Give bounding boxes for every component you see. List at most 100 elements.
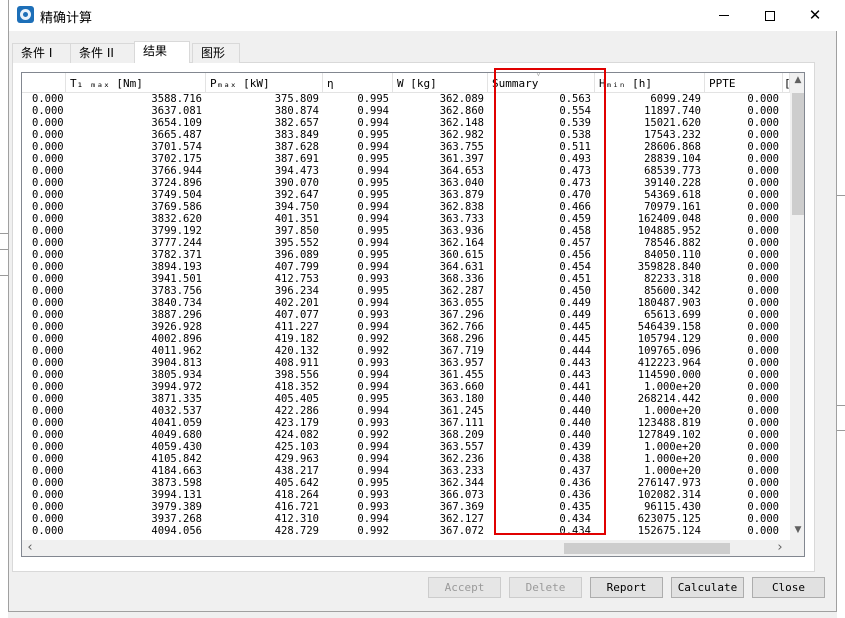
min-life-cell: 152675.124 bbox=[637, 525, 701, 537]
table-row[interactable]: 0.000 3871.335 405.405 0.995 363.180 0.440 268… bbox=[22, 393, 790, 405]
index-cell: 0.000 bbox=[32, 525, 64, 537]
table-row[interactable]: 0.000 4032.537 422.286 0.994 361.245 0.440 1.0… bbox=[22, 405, 790, 417]
summary-cell: 0.450 bbox=[559, 285, 591, 297]
minimize-button[interactable] bbox=[701, 0, 747, 31]
table-row[interactable]: 0.000 3777.244 395.552 0.994 362.164 0.457 785… bbox=[22, 237, 790, 249]
results-table[interactable]: T₁ ₘₐₓ [Nm] Pₘₐₓ [kW] η W [kg] Summary ▽… bbox=[21, 72, 805, 557]
table-row[interactable]: 0.000 3873.598 405.642 0.995 362.344 0.436 276… bbox=[22, 477, 790, 489]
title-bar[interactable]: 精确计算 ✕ bbox=[9, 0, 838, 31]
weight-cell: 368.296 bbox=[439, 333, 484, 345]
weight-cell: 362.344 bbox=[439, 477, 484, 489]
torque-cell: 3783.756 bbox=[151, 285, 202, 297]
table-row[interactable]: 0.000 3769.586 394.750 0.994 362.838 0.466 709… bbox=[22, 201, 790, 213]
index-cell: 0.000 bbox=[32, 129, 64, 141]
table-row[interactable]: 0.000 3701.574 387.628 0.994 363.755 0.511 286… bbox=[22, 141, 790, 153]
table-row[interactable]: 0.000 3994.131 418.264 0.993 366.073 0.436 102… bbox=[22, 489, 790, 501]
column-header-power[interactable]: Pₘₐₓ [kW] bbox=[206, 73, 323, 93]
table-row[interactable]: 0.000 3840.734 402.201 0.994 363.055 0.449 180… bbox=[22, 297, 790, 309]
table-row[interactable]: 0.000 3904.813 408.911 0.993 363.957 0.443 412… bbox=[22, 357, 790, 369]
table-row[interactable]: 0.000 4041.059 423.179 0.993 367.111 0.440 123… bbox=[22, 417, 790, 429]
table-row[interactable]: 0.000 4094.056 428.729 0.992 367.072 0.434 152… bbox=[22, 525, 790, 537]
table-row[interactable]: 0.000 4002.896 419.182 0.992 368.296 0.445 105… bbox=[22, 333, 790, 345]
weight-cell: 363.957 bbox=[439, 357, 484, 369]
table-row[interactable]: 0.000 3937.268 412.310 0.994 362.127 0.434 623… bbox=[22, 513, 790, 525]
report-button[interactable]: Report bbox=[590, 577, 663, 598]
torque-cell: 3769.586 bbox=[151, 201, 202, 213]
table-row[interactable]: 0.000 3665.487 383.849 0.995 362.982 0.538 175… bbox=[22, 129, 790, 141]
table-row[interactable]: 0.000 3994.972 418.352 0.994 363.660 0.441 1.0… bbox=[22, 381, 790, 393]
min-life-cell: 82233.318 bbox=[644, 273, 701, 285]
min-life-cell: 162409.048 bbox=[637, 213, 701, 225]
scroll-down-icon[interactable]: ▼ bbox=[790, 525, 804, 535]
column-header-next[interactable]: [ bbox=[783, 73, 790, 93]
maximize-icon bbox=[765, 10, 775, 21]
power-cell: 418.264 bbox=[274, 489, 319, 501]
table-row[interactable]: 0.000 3832.620 401.351 0.994 363.733 0.459 162… bbox=[22, 213, 790, 225]
table-row[interactable]: 0.000 3926.928 411.227 0.994 362.766 0.445 546… bbox=[22, 321, 790, 333]
calculate-button[interactable]: Calculate bbox=[671, 577, 744, 598]
minimize-icon bbox=[719, 15, 729, 16]
torque-cell: 4105.842 bbox=[151, 453, 202, 465]
scroll-up-icon[interactable]: ▲ bbox=[790, 75, 804, 85]
horizontal-scrollbar[interactable]: ‹ › bbox=[22, 540, 804, 556]
table-row[interactable]: 0.000 3749.504 392.647 0.995 363.879 0.470 543… bbox=[22, 189, 790, 201]
table-row[interactable]: 0.000 3941.501 412.753 0.993 368.336 0.451 822… bbox=[22, 273, 790, 285]
scroll-right-icon[interactable]: › bbox=[772, 540, 788, 556]
column-header-efficiency[interactable]: η bbox=[323, 73, 393, 93]
summary-cell: 0.563 bbox=[559, 93, 591, 105]
column-header-weight[interactable]: W [kg] bbox=[393, 73, 488, 93]
tab-conditions-1[interactable]: 条件 I bbox=[12, 43, 72, 63]
index-cell: 0.000 bbox=[32, 441, 64, 453]
maximize-button[interactable] bbox=[747, 0, 793, 31]
vertical-scrollbar[interactable]: ▲ ▼ bbox=[790, 73, 804, 540]
min-life-cell: 1.000e+20 bbox=[644, 441, 701, 453]
table-row[interactable]: 0.000 3894.193 407.799 0.994 364.631 0.454 359… bbox=[22, 261, 790, 273]
delete-button[interactable]: Delete bbox=[509, 577, 582, 598]
scroll-left-icon[interactable]: ‹ bbox=[22, 540, 38, 556]
table-row[interactable]: 0.000 3799.192 397.850 0.995 363.936 0.458 104… bbox=[22, 225, 790, 237]
table-row[interactable]: 0.000 4049.680 424.082 0.992 368.209 0.440 127… bbox=[22, 429, 790, 441]
torque-cell: 3749.504 bbox=[151, 189, 202, 201]
torque-cell: 4059.430 bbox=[151, 441, 202, 453]
efficiency-cell: 0.994 bbox=[357, 105, 389, 117]
table-row[interactable]: 0.000 4184.663 438.217 0.994 363.233 0.437 1.0… bbox=[22, 465, 790, 477]
column-header-summary[interactable]: Summary ▽ bbox=[488, 73, 595, 93]
table-row[interactable]: 0.000 3887.296 407.077 0.993 367.296 0.449 656… bbox=[22, 309, 790, 321]
table-row[interactable]: 0.000 3724.896 390.070 0.995 363.040 0.473 391… bbox=[22, 177, 790, 189]
column-header-index[interactable] bbox=[22, 73, 66, 93]
column-header-torque[interactable]: T₁ ₘₐₓ [Nm] bbox=[66, 73, 206, 93]
efficiency-cell: 0.993 bbox=[357, 501, 389, 513]
column-header-min-life[interactable]: Hₘᵢₙ [h] bbox=[595, 73, 705, 93]
summary-cell: 0.434 bbox=[559, 513, 591, 525]
tab-results[interactable]: 结果 bbox=[134, 41, 190, 63]
table-row[interactable]: 0.000 3637.081 380.874 0.994 362.860 0.554 118… bbox=[22, 105, 790, 117]
power-cell: 438.217 bbox=[274, 465, 319, 477]
table-row[interactable]: 0.000 3588.716 375.809 0.995 362.089 0.563 609… bbox=[22, 93, 790, 105]
index-cell: 0.000 bbox=[32, 249, 64, 261]
power-cell: 395.552 bbox=[274, 237, 319, 249]
table-row[interactable]: 0.000 3782.371 396.089 0.995 360.615 0.456 840… bbox=[22, 249, 790, 261]
table-row[interactable]: 0.000 3805.934 398.556 0.994 361.455 0.443 114… bbox=[22, 369, 790, 381]
table-row[interactable]: 0.000 3654.109 382.657 0.994 362.148 0.539 150… bbox=[22, 117, 790, 129]
ppte-cell: 0.000 bbox=[747, 261, 779, 273]
accept-button[interactable]: Accept bbox=[428, 577, 501, 598]
table-row[interactable]: 0.000 3766.944 394.473 0.994 364.653 0.473 685… bbox=[22, 165, 790, 177]
table-row[interactable]: 0.000 4011.962 420.132 0.992 367.719 0.444 109… bbox=[22, 345, 790, 357]
table-row[interactable]: 0.000 3783.756 396.234 0.995 362.287 0.450 856… bbox=[22, 285, 790, 297]
index-cell: 0.000 bbox=[32, 141, 64, 153]
app-icon bbox=[17, 6, 34, 23]
close-window-button[interactable]: ✕ bbox=[792, 0, 838, 31]
tab-graphics[interactable]: 图形 bbox=[192, 43, 240, 63]
table-row[interactable]: 0.000 3702.175 387.691 0.995 361.397 0.493 288… bbox=[22, 153, 790, 165]
close-button[interactable]: Close bbox=[752, 577, 825, 598]
tab-conditions-2[interactable]: 条件 II bbox=[70, 43, 136, 63]
column-header-ppte[interactable]: PPTE bbox=[705, 73, 783, 93]
weight-cell: 362.148 bbox=[439, 117, 484, 129]
table-row[interactable]: 0.000 4059.430 425.103 0.994 363.557 0.439 1.0… bbox=[22, 441, 790, 453]
vertical-scroll-thumb[interactable] bbox=[792, 93, 804, 215]
table-row[interactable]: 0.000 4105.842 429.963 0.994 362.236 0.438 1.0… bbox=[22, 453, 790, 465]
table-row[interactable]: 0.000 3979.389 416.721 0.993 367.369 0.435 961… bbox=[22, 501, 790, 513]
weight-cell: 363.936 bbox=[439, 225, 484, 237]
horizontal-scroll-thumb[interactable] bbox=[564, 543, 730, 554]
min-life-cell: 359828.840 bbox=[637, 261, 701, 273]
